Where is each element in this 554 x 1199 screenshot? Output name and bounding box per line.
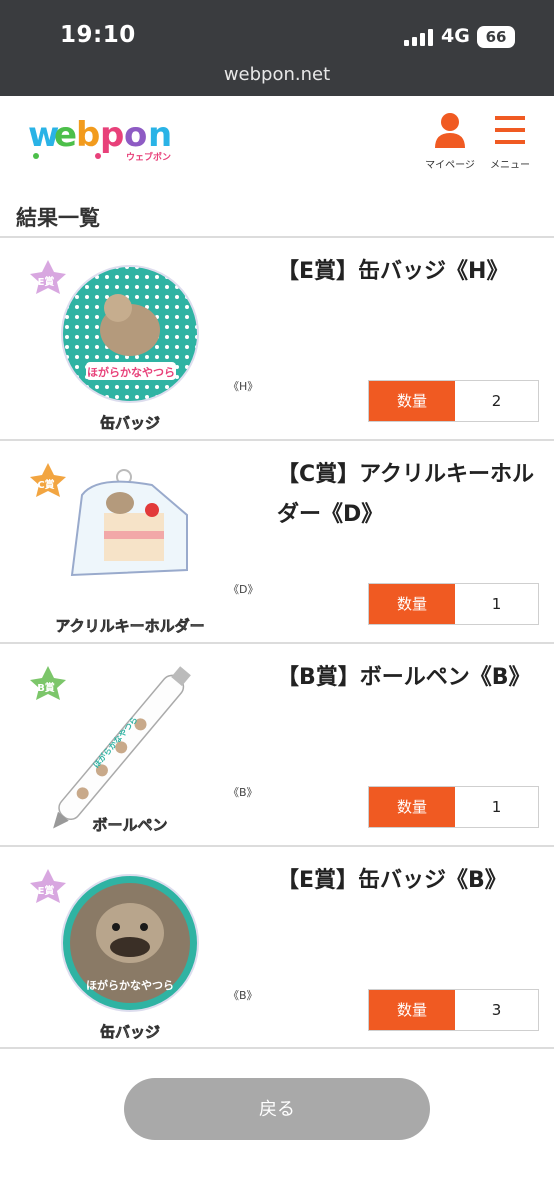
svg-text:p: p <box>100 115 124 155</box>
quantity-value: 2 <box>491 392 502 410</box>
network-type: 4G <box>441 25 470 47</box>
svg-text:アクリルキーホルダー: アクリルキーホルダー <box>55 617 204 635</box>
svg-text:b: b <box>76 115 100 155</box>
menu-label: メニュー <box>490 160 530 171</box>
item-title: 【E賞】缶バッジ《B》 <box>277 868 507 893</box>
quantity-box: 数量 1 <box>368 583 539 625</box>
battery-icon: 66 <box>477 26 515 48</box>
variant-label: 《B》 <box>228 786 258 799</box>
signal-icon <box>404 29 434 46</box>
variant-label: 《B》 <box>228 989 258 1002</box>
variant-label: 《H》 <box>228 380 259 393</box>
result-item[interactable]: C賞 アクリルキーホルダー 《D》 【C賞】アクリルキーホルダー《D》 数量 1 <box>0 441 554 641</box>
result-item[interactable]: ほがらかなやつら E賞 缶バッジ 《B》 【E賞】缶バッジ《B》 数量 3 <box>0 847 554 1047</box>
result-item[interactable]: ほがらかなやつら E賞 缶バッジ 《H》 【E賞】缶バッジ《H》 数量 2 <box>0 238 554 438</box>
quantity-label: 数量 <box>369 381 455 421</box>
svg-text:E賞: E賞 <box>38 275 55 288</box>
svg-text:E賞: E賞 <box>38 884 55 897</box>
quantity-label: 数量 <box>369 787 455 827</box>
svg-text:e: e <box>54 115 77 155</box>
menu-button[interactable]: メニュー <box>480 108 540 174</box>
can-badge-image: ほがらかなやつら E賞 缶バッジ <box>30 869 199 1041</box>
back-button[interactable]: 戻る <box>124 1078 430 1140</box>
svg-text:B賞: B賞 <box>37 681 55 694</box>
site-header: w e b p o n ウェブポン マイページ メニュー <box>0 96 554 186</box>
mypage-label: マイページ <box>425 160 475 171</box>
svg-text:o: o <box>124 115 147 155</box>
user-icon <box>435 113 465 148</box>
quantity-value: 1 <box>491 798 502 816</box>
quantity-box: 数量 2 <box>368 380 539 422</box>
mypage-button[interactable]: マイページ <box>420 108 480 174</box>
quantity-box: 数量 3 <box>368 989 539 1031</box>
result-item[interactable]: ほがらかなやつら B賞 ボールペン 《B》 【B賞】ボールペン《B》 数量 1 <box>0 644 554 844</box>
svg-text:缶バッジ: 缶バッジ <box>100 414 160 432</box>
item-title: 【E賞】缶バッジ《H》 <box>277 259 509 284</box>
svg-text:ほがらかなやつら: ほがらかなやつら <box>87 365 175 379</box>
status-time: 19:10 <box>60 22 136 48</box>
quantity-box: 数量 1 <box>368 786 539 828</box>
svg-text:n: n <box>148 115 172 155</box>
svg-text:C賞: C賞 <box>37 478 54 491</box>
acrylic-keychain-image: C賞 アクリルキーホルダー <box>30 463 205 635</box>
ballpoint-pen-image: ほがらかなやつら B賞 ボールペン <box>30 666 191 834</box>
item-title: 【B賞】ボールペン《B》 <box>277 665 531 690</box>
can-badge-image: ほがらかなやつら E賞 缶バッジ <box>30 260 199 432</box>
quantity-label: 数量 <box>369 584 455 624</box>
hamburger-menu-icon <box>495 116 525 144</box>
svg-text:ウェブポン: ウェブポン <box>126 151 171 163</box>
page-title: 結果一覧 <box>16 206 100 230</box>
svg-text:ボールペン: ボールペン <box>92 816 167 834</box>
svg-text:ほがらかなやつら: ほがらかなやつら <box>86 978 174 992</box>
address-bar-url[interactable]: webpon.net <box>0 64 554 85</box>
quantity-value: 3 <box>491 1001 502 1019</box>
webpon-logo[interactable]: w e b p o n ウェブポン <box>28 112 198 164</box>
quantity-label: 数量 <box>369 990 455 1030</box>
variant-label: 《D》 <box>228 583 259 596</box>
quantity-value: 1 <box>491 595 502 613</box>
divider <box>0 1047 554 1049</box>
status-bar: 19:10 4G 66 webpon.net <box>0 0 554 96</box>
svg-text:缶バッジ: 缶バッジ <box>100 1023 160 1041</box>
item-title: 【C賞】アクリルキーホルダー《D》 <box>277 462 535 527</box>
